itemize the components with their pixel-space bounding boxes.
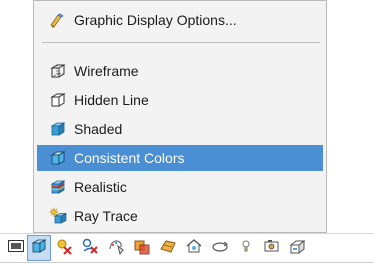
section-button[interactable] [286,235,310,261]
toolbar-divider [0,262,374,263]
menu-item-label: Realistic [74,179,127,195]
color-picker-button[interactable] [104,235,128,261]
transparency-icon [133,237,151,260]
menu-item-label: Graphic Display Options... [74,12,237,28]
wireframe-cube-icon [49,62,67,80]
menu-item-label: Hidden Line [74,92,149,108]
graphic-options-icon [49,11,67,29]
consistent-colors-cube-icon [49,149,67,167]
menu-item-consistent-colors[interactable]: Consistent Colors [37,145,323,171]
consistent-colors-button[interactable] [27,235,51,261]
camera-icon [263,237,281,260]
menu-item-label: Wireframe [74,63,139,79]
surface-icon [159,237,177,260]
menu-item-ray-trace[interactable]: Ray Trace [37,203,323,229]
orbit-icon [211,237,229,260]
home-view-button[interactable] [182,235,206,261]
menu-item-wireframe[interactable]: Wireframe [37,58,323,84]
view-toolbar [0,233,374,266]
menu-separator [42,42,320,43]
menu-item-shaded[interactable]: Shaded [37,116,323,142]
orbit-button[interactable] [208,235,232,261]
display-mode-button[interactable] [4,235,28,261]
light-bulb-button[interactable] [234,235,258,261]
menu-item-hidden-line[interactable]: Hidden Line [37,87,323,113]
menu-item-label: Shaded [74,121,123,137]
hidden-line-cube-icon [49,91,67,109]
color-picker-icon [107,237,125,260]
home-view-icon [185,237,203,260]
shaded-cube-icon [49,120,67,138]
light-bulb-icon [237,237,255,260]
menu-item-realistic[interactable]: Realistic [37,174,323,200]
section-icon [289,237,307,260]
menu-item-label: Ray Trace [74,208,138,224]
clear-object-button[interactable] [52,235,76,261]
menu-item-graphic-display-options[interactable]: Graphic Display Options... [37,7,323,33]
display-style-menu: Graphic Display Options... Wireframe Hid… [33,0,327,233]
clear-object-icon [55,237,73,260]
ray-trace-icon [49,207,67,225]
realistic-cube-icon [49,178,67,196]
transparency-button[interactable] [130,235,154,261]
menu-item-label: Consistent Colors [74,150,185,166]
consistent-colors-cube-icon [30,237,48,260]
surface-button[interactable] [156,235,180,261]
clear-all-icon [81,237,99,260]
camera-button[interactable] [260,235,284,261]
display-mode-icon [7,237,25,260]
clear-all-button[interactable] [78,235,102,261]
